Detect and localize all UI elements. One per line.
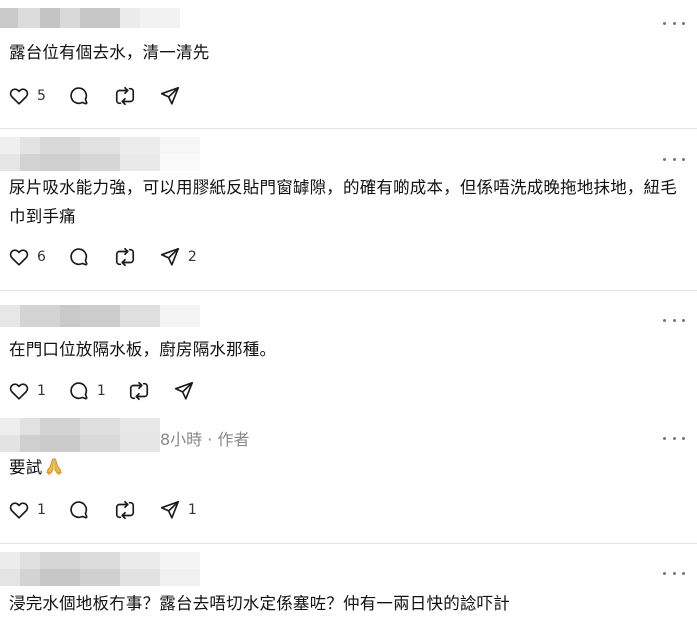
username-blurred[interactable]: [0, 137, 200, 171]
comment-text: 浸完水個地板冇事？露台去唔切水定係塞咗？仲有一兩日快的諗吓計: [9, 594, 510, 613]
like-count: 1: [37, 502, 46, 518]
repost-button[interactable]: [114, 245, 136, 269]
repost-arrows-icon: [129, 381, 148, 401]
comment-feed: 露台位有個去水，清一清先 5 尿片吸水能力強，可以用膠紙反貼門窗罅隙，的確有啲成…: [0, 0, 697, 619]
action-bar: 6 2: [8, 245, 197, 269]
comment-bubble-icon: [70, 501, 88, 519]
comment-bubble-icon: [70, 248, 88, 266]
send-paper-plane-icon: [174, 381, 193, 400]
more-options-button[interactable]: [663, 154, 685, 164]
reply-button[interactable]: 1: [68, 379, 106, 403]
like-count: 6: [37, 249, 46, 265]
comment: 露台位有個去水，清一清先 5: [0, 0, 697, 128]
comment-bubble-icon: [70, 87, 88, 105]
repost-button[interactable]: [128, 379, 150, 403]
action-bar: 5: [8, 84, 181, 108]
more-options-button[interactable]: [663, 433, 685, 443]
folded-hands-emoji: [46, 458, 63, 476]
username-blurred[interactable]: [0, 8, 180, 28]
repost-arrows-icon: [115, 500, 134, 520]
like-button[interactable]: 5: [8, 84, 46, 108]
timestamp-author-label: 8小時 · 作者: [160, 430, 250, 449]
repost-button[interactable]: [114, 84, 136, 108]
comment: 在門口位放隔水板，廚房隔水那種。 1 1: [0, 291, 697, 416]
heart-icon: [9, 249, 29, 266]
reply-button[interactable]: [68, 498, 90, 522]
send-paper-plane-icon: [160, 86, 179, 105]
repost-arrows-icon: [115, 86, 134, 106]
heart-icon: [9, 502, 29, 519]
share-count: 2: [187, 249, 197, 265]
more-options-button[interactable]: [663, 315, 685, 325]
reply-button[interactable]: [68, 84, 90, 108]
share-button[interactable]: [173, 379, 195, 403]
comment-bubble-icon: [70, 382, 88, 400]
like-button[interactable]: 6: [8, 245, 46, 269]
comment: 浸完水個地板冇事？露台去唔切水定係塞咗？仲有一兩日快的諗吓計: [0, 544, 697, 619]
heart-icon: [9, 88, 29, 105]
more-options-button[interactable]: [663, 18, 685, 28]
send-paper-plane-icon: [160, 500, 179, 519]
comment: 8小時 · 作者 要試 1 1: [0, 416, 697, 543]
more-options-button[interactable]: [663, 568, 685, 578]
action-bar: 1 1: [8, 379, 195, 403]
comment-text-content: 要試: [9, 458, 43, 477]
like-count: 5: [37, 88, 46, 104]
comment-text: 在門口位放隔水板，廚房隔水那種。: [9, 340, 277, 359]
repost-arrows-icon: [115, 247, 134, 267]
like-count: 1: [37, 383, 46, 399]
action-bar: 1 1: [8, 498, 197, 522]
reply-button[interactable]: [68, 245, 90, 269]
comment-text: 尿片吸水能力強，可以用膠紙反貼門窗罅隙，的確有啲成本，但係唔洗成晚拖地抹地，紐毛…: [9, 178, 677, 226]
share-button[interactable]: [159, 84, 181, 108]
reply-count: 1: [96, 383, 106, 399]
share-count: 1: [187, 502, 197, 518]
share-button[interactable]: 2: [159, 245, 197, 269]
repost-button[interactable]: [114, 498, 136, 522]
heart-icon: [9, 383, 29, 400]
like-button[interactable]: 1: [8, 498, 46, 522]
username-blurred[interactable]: [0, 552, 200, 586]
comment: 尿片吸水能力強，可以用膠紙反貼門窗罅隙，的確有啲成本，但係唔洗成晚拖地抹地，紐毛…: [0, 129, 697, 290]
comment-text: 要試: [9, 453, 681, 482]
comment-text: 露台位有個去水，清一清先: [9, 43, 210, 62]
username-blurred[interactable]: [0, 418, 160, 452]
send-paper-plane-icon: [160, 247, 179, 266]
username-blurred[interactable]: [0, 305, 200, 327]
like-button[interactable]: 1: [8, 379, 46, 403]
share-button[interactable]: 1: [159, 498, 197, 522]
